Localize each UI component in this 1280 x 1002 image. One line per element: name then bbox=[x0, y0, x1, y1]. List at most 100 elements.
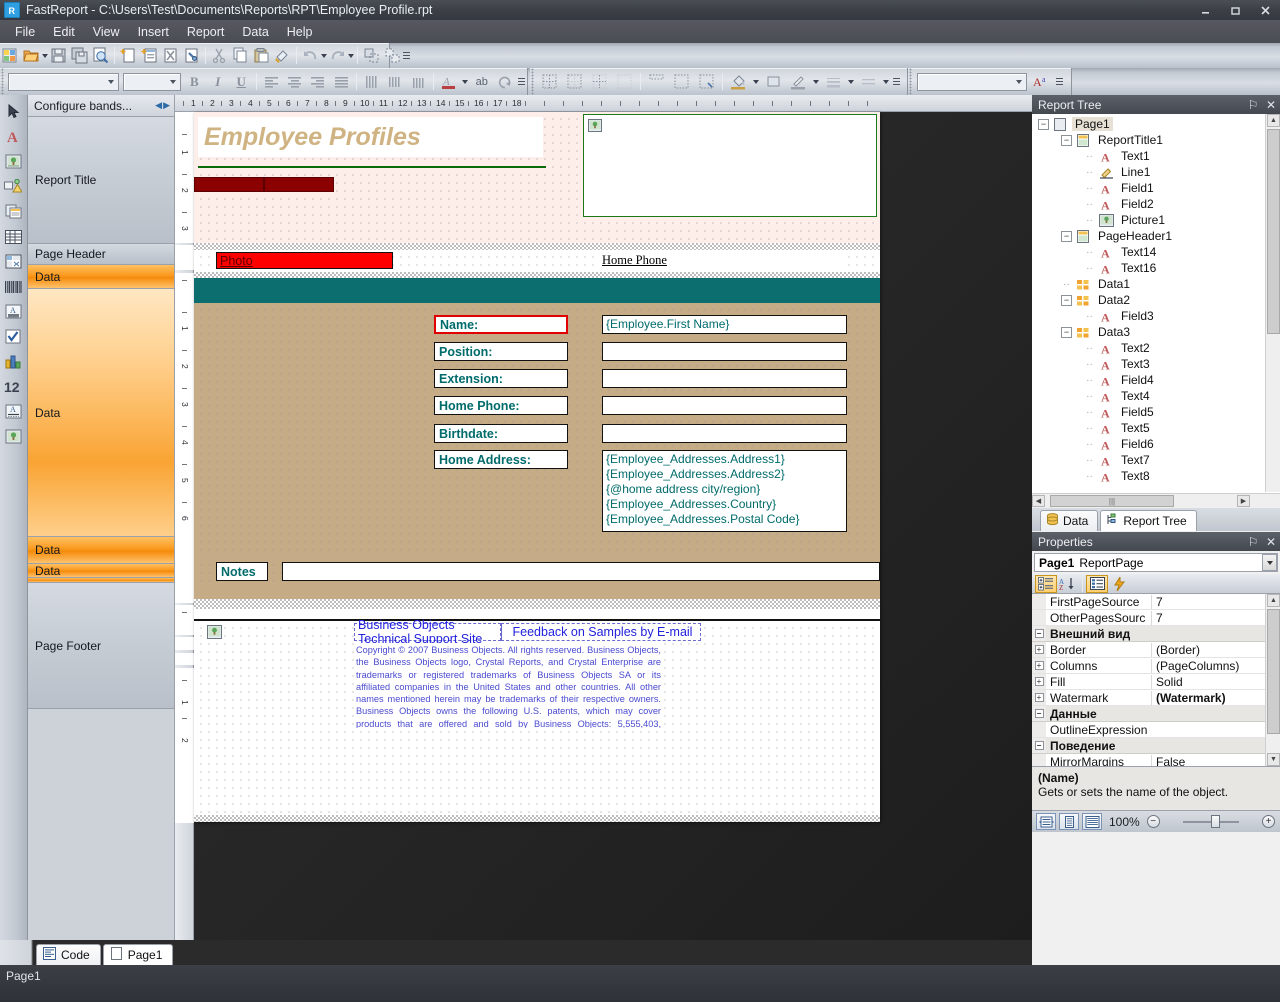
properties-grid[interactable]: FirstPageSource7OtherPagesSourc7−Внешний… bbox=[1032, 594, 1280, 766]
checkbox-object-icon[interactable] bbox=[0, 324, 26, 349]
select-tool-icon[interactable] bbox=[0, 99, 26, 124]
menu-data[interactable]: Data bbox=[233, 22, 277, 42]
group-icon[interactable] bbox=[362, 45, 381, 66]
fill-color-dropdown-icon[interactable] bbox=[751, 71, 761, 92]
band-data-4[interactable]: Data bbox=[28, 564, 175, 578]
configure-bands-bar[interactable]: Configure bands... ◀ ▶ bbox=[28, 95, 174, 117]
align-center-icon[interactable] bbox=[284, 71, 305, 92]
toolbar-grip[interactable] bbox=[908, 68, 915, 95]
property-row[interactable]: FirstPageSource7 bbox=[1032, 594, 1265, 610]
property-expander[interactable]: + bbox=[1032, 674, 1046, 689]
copy-icon[interactable] bbox=[231, 45, 250, 66]
text-rotate-icon[interactable] bbox=[494, 71, 515, 92]
close-icon[interactable]: ✕ bbox=[1262, 95, 1280, 114]
underline-button[interactable]: U bbox=[230, 71, 251, 92]
zoom-100-button[interactable] bbox=[1082, 813, 1102, 830]
report-page-canvas[interactable]: Employee Profiles bbox=[194, 112, 880, 822]
tree-node-text3[interactable]: ··AText3 bbox=[1032, 356, 1264, 372]
menu-insert[interactable]: Insert bbox=[129, 22, 178, 42]
toolbar-overflow-button[interactable] bbox=[403, 43, 410, 68]
new-page-icon[interactable] bbox=[119, 45, 138, 66]
field-home-address-value[interactable]: {Employee_Addresses.Address1} {Employee_… bbox=[602, 450, 847, 532]
scroll-left-arrow[interactable]: ◀ bbox=[1032, 495, 1045, 507]
tree-node-text8[interactable]: ··AText8 bbox=[1032, 468, 1264, 484]
font-size-combo[interactable] bbox=[123, 73, 180, 91]
vscroll-thumb[interactable] bbox=[1267, 129, 1280, 334]
property-category-row[interactable]: −Поведение bbox=[1032, 738, 1265, 754]
menu-file[interactable]: File bbox=[6, 22, 44, 42]
property-row[interactable]: OtherPagesSourc7 bbox=[1032, 610, 1265, 626]
menu-help[interactable]: Help bbox=[278, 22, 322, 42]
properties-button[interactable] bbox=[1086, 575, 1108, 593]
report-title-band[interactable]: Employee Profiles bbox=[194, 112, 880, 243]
menu-view[interactable]: View bbox=[84, 22, 129, 42]
label-name[interactable]: Name: bbox=[434, 315, 568, 334]
border-custom-icon[interactable] bbox=[695, 71, 718, 92]
menu-edit[interactable]: Edit bbox=[44, 22, 84, 42]
align-left-icon[interactable] bbox=[261, 71, 282, 92]
support-site-link[interactable]: Business Objects Technical Support Site bbox=[354, 623, 501, 641]
tree-node-field4[interactable]: ··AField4 bbox=[1032, 372, 1264, 388]
border-all-icon[interactable] bbox=[538, 71, 561, 92]
tree-node-text1[interactable]: ··AText1 bbox=[1032, 148, 1264, 164]
text-color-dropdown-icon[interactable] bbox=[461, 71, 470, 92]
property-expander[interactable]: − bbox=[1032, 706, 1046, 721]
barcode-object-icon[interactable] bbox=[0, 274, 26, 299]
property-row[interactable]: MirrorMarginsFalse bbox=[1032, 754, 1265, 766]
richtext-object-icon[interactable]: A bbox=[0, 299, 26, 324]
copyright-text-object[interactable]: Copyright © 2007 Business Objects. All r… bbox=[354, 643, 663, 728]
tab-page1[interactable]: Page1 bbox=[103, 944, 174, 965]
valign-bottom-icon[interactable] bbox=[408, 71, 429, 92]
label-home-address[interactable]: Home Address: bbox=[434, 450, 568, 469]
scroll-down-arrow[interactable]: ▼ bbox=[1267, 753, 1280, 766]
chevron-down-icon[interactable] bbox=[104, 80, 118, 84]
tree-node-text7[interactable]: ··AText7 bbox=[1032, 452, 1264, 468]
align-justify-icon[interactable] bbox=[331, 71, 352, 92]
tree-node-text5[interactable]: ··AText5 bbox=[1032, 420, 1264, 436]
toolbar-grip[interactable] bbox=[0, 68, 6, 95]
close-icon[interactable]: ✕ bbox=[1262, 532, 1280, 551]
field1-object[interactable] bbox=[194, 177, 264, 192]
pin-icon[interactable]: ⚐ bbox=[1244, 532, 1262, 551]
toolbar-overflow-button[interactable] bbox=[517, 68, 527, 95]
matrix-object-icon[interactable] bbox=[0, 249, 26, 274]
line-style-icon[interactable] bbox=[857, 71, 880, 92]
tree-node-data2[interactable]: −Data2 bbox=[1032, 292, 1264, 308]
property-category-row[interactable]: −Внешний вид bbox=[1032, 626, 1265, 642]
new-report-icon[interactable] bbox=[1, 45, 20, 66]
font-name-combo[interactable] bbox=[8, 73, 119, 91]
picture-object-icon[interactable] bbox=[207, 625, 222, 639]
property-row[interactable]: +FillSolid bbox=[1032, 674, 1265, 690]
alphabetical-button[interactable]: AZ bbox=[1057, 575, 1079, 593]
ungroup-icon[interactable] bbox=[383, 45, 402, 66]
text-color-icon[interactable]: A bbox=[438, 71, 459, 92]
label-home-phone[interactable]: Home Phone: bbox=[434, 396, 568, 415]
tree-node-picture1[interactable]: ··Picture1 bbox=[1032, 212, 1264, 228]
title-text-object[interactable]: Employee Profiles bbox=[198, 117, 543, 157]
chevron-down-icon[interactable] bbox=[1262, 554, 1277, 571]
new-dialog-icon[interactable] bbox=[140, 45, 159, 66]
tree-node-text16[interactable]: ··AText16 bbox=[1032, 260, 1264, 276]
property-expander[interactable]: − bbox=[1032, 626, 1046, 641]
border-bottom-icon[interactable] bbox=[670, 71, 693, 92]
band-data-1[interactable]: Data bbox=[28, 265, 175, 289]
style-combo[interactable] bbox=[917, 73, 1027, 91]
property-category-row[interactable]: −Данные bbox=[1032, 706, 1265, 722]
toolbar-grip[interactable] bbox=[530, 68, 537, 95]
align-right-icon[interactable] bbox=[308, 71, 329, 92]
toolbar-overflow-button[interactable] bbox=[891, 68, 902, 95]
band-prev-arrow[interactable]: ◀ bbox=[155, 100, 162, 111]
vscroll-thumb[interactable] bbox=[1267, 609, 1280, 734]
picture-object-icon[interactable] bbox=[0, 149, 26, 174]
cut-icon[interactable] bbox=[210, 45, 229, 66]
line-color-icon[interactable] bbox=[787, 71, 810, 92]
bold-button[interactable]: B bbox=[184, 71, 205, 92]
property-expander[interactable]: + bbox=[1032, 658, 1046, 673]
field-name-value[interactable]: {Employee.First Name} bbox=[602, 315, 847, 334]
properties-vscrollbar[interactable]: ▲ ▼ bbox=[1265, 594, 1280, 766]
field-position-value[interactable] bbox=[602, 342, 847, 361]
band-next-arrow[interactable]: ▶ bbox=[163, 100, 170, 111]
redo-icon[interactable] bbox=[328, 45, 347, 66]
line-object[interactable] bbox=[198, 166, 546, 168]
property-object-selector[interactable]: Page1 ReportPage bbox=[1034, 553, 1278, 572]
